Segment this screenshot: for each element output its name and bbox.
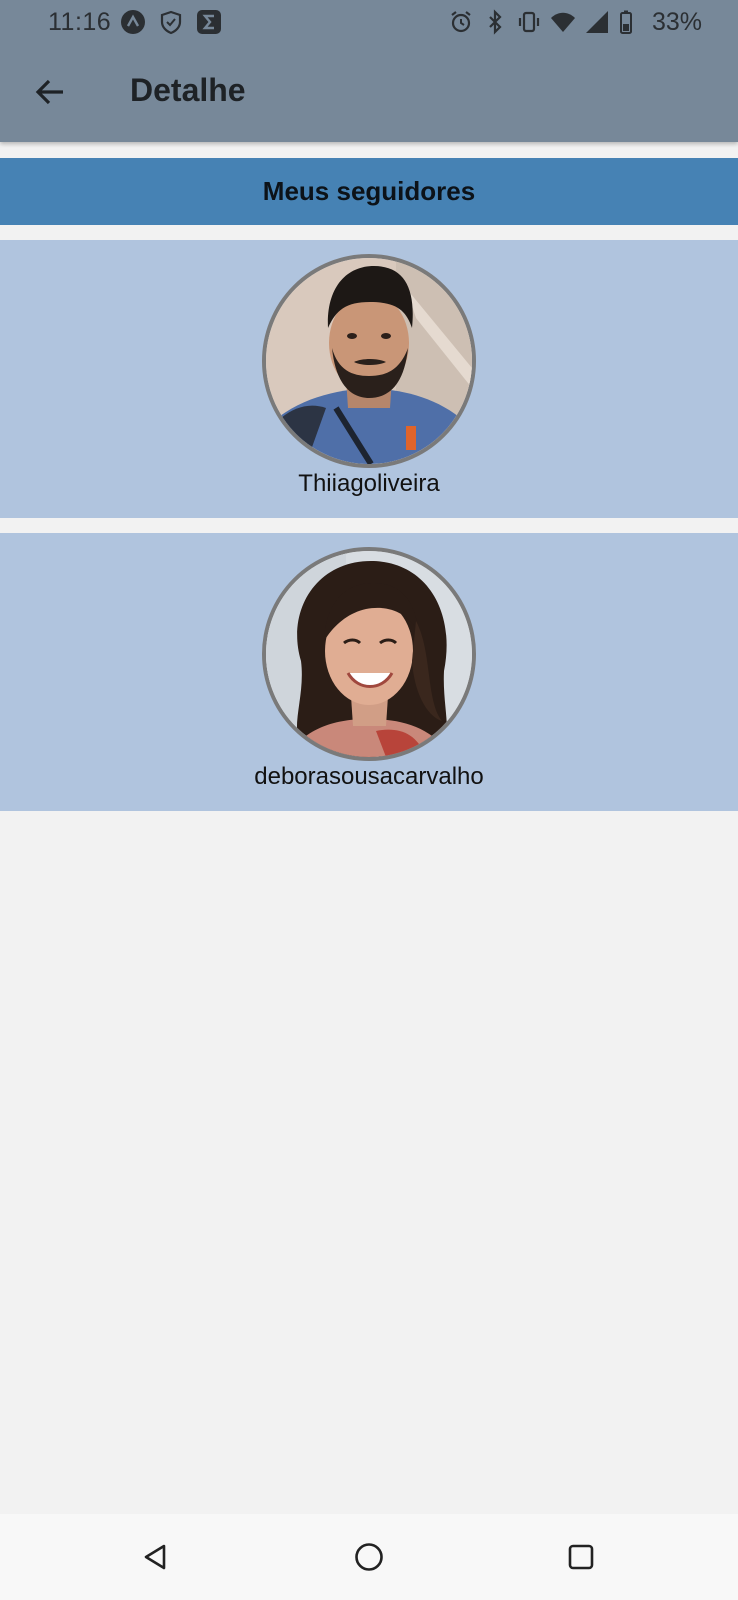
avatar [262, 547, 476, 761]
female-avatar [266, 551, 472, 757]
system-nav-bar [0, 1514, 738, 1600]
nav-home-icon [355, 1543, 383, 1571]
signal-icon [584, 9, 610, 35]
follower-username: Thiiagoliveira [298, 470, 440, 497]
followers-section-header: Meus seguidores [0, 158, 738, 225]
nav-back-button[interactable] [132, 1534, 178, 1580]
back-button[interactable] [26, 68, 74, 116]
follower-username: deborasousacarvalho [254, 763, 484, 790]
male-avatar [266, 258, 472, 464]
section-title: Meus seguidores [262, 176, 476, 206]
app-a-icon [120, 9, 146, 35]
nav-recents-button[interactable] [558, 1534, 604, 1580]
avatar [262, 254, 476, 468]
nav-recents-icon [568, 1544, 594, 1570]
arrow-left-icon [35, 79, 63, 105]
nav-back-icon [144, 1544, 166, 1570]
status-time: 11:16 [48, 8, 112, 36]
shield-icon [158, 9, 184, 35]
bluetooth-icon [482, 9, 508, 35]
list-item[interactable]: deborasousacarvalho [0, 533, 738, 811]
vibrate-icon [516, 9, 542, 35]
wifi-icon [550, 9, 576, 35]
list-item[interactable]: Thiiagoliveira [0, 240, 738, 518]
alarm-icon [448, 9, 474, 35]
battery-percentage: 33% [651, 8, 702, 36]
sigma-icon [196, 9, 222, 35]
nav-home-button[interactable] [346, 1534, 392, 1580]
status-bar: 11:16 33% [0, 0, 738, 44]
battery-icon [618, 9, 634, 35]
page-title: Detalhe [130, 72, 246, 108]
app-bar: 11:16 33% Detalhe [0, 0, 738, 142]
